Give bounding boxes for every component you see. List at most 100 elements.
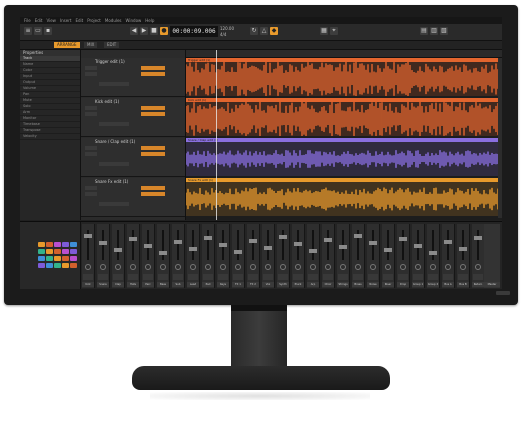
mute-solo-buttons[interactable] [293, 274, 303, 280]
pan-knob[interactable] [205, 264, 211, 270]
fader-handle[interactable] [249, 239, 257, 243]
pan-knob[interactable] [400, 264, 406, 270]
volume-slider[interactable] [99, 122, 129, 126]
monitor-button[interactable] [141, 192, 165, 196]
menu-item[interactable]: Edit [75, 18, 83, 23]
mute-button[interactable] [85, 186, 97, 190]
grid-icon[interactable]: ▦ [320, 27, 328, 35]
fader-handle[interactable] [99, 241, 107, 245]
solo-button[interactable] [85, 192, 97, 196]
record-arm-button[interactable] [141, 66, 165, 70]
mixer-channel-strip[interactable]: FX 2 [247, 224, 260, 288]
mute-solo-buttons[interactable] [128, 274, 138, 280]
fader-handle[interactable] [354, 234, 362, 238]
mute-solo-buttons[interactable] [458, 274, 468, 280]
mute-solo-buttons[interactable] [173, 274, 183, 280]
mute-solo-buttons[interactable] [398, 274, 408, 280]
menu-item[interactable]: Project [87, 18, 101, 23]
fader-handle[interactable] [339, 245, 347, 249]
mixer-view-icon[interactable]: ▥ [430, 27, 438, 35]
fader-handle[interactable] [309, 249, 317, 253]
mixer-channel-strip[interactable]: Bass [157, 224, 170, 288]
mixer-channel-strip[interactable]: Arp [307, 224, 320, 288]
fader-handle[interactable] [264, 246, 272, 250]
mixer-channel-strip[interactable]: Synth [277, 224, 290, 288]
mute-solo-buttons[interactable] [158, 274, 168, 280]
tab-mix[interactable]: MIX [84, 42, 98, 48]
menu-item[interactable]: File [24, 18, 31, 23]
drum-pad[interactable] [54, 256, 61, 261]
play-icon[interactable]: ▶ [140, 27, 148, 35]
tempo-readout[interactable]: 120.00 4/4 [220, 26, 234, 38]
loop-icon[interactable]: ↻ [250, 27, 258, 35]
drum-pad[interactable] [70, 256, 77, 261]
tab-edit[interactable]: EDIT [104, 42, 120, 48]
mute-solo-buttons[interactable] [113, 274, 123, 280]
mixer-channel-strip[interactable]: Sub [172, 224, 185, 288]
mixer-channel-strip[interactable]: Noise [367, 224, 380, 288]
fader-handle[interactable] [324, 238, 332, 242]
track-lane[interactable]: Kick edit (1) [186, 98, 502, 136]
track-lane[interactable]: Snare Fx edit (1) [186, 178, 502, 216]
drum-pad[interactable] [54, 263, 61, 268]
mute-button[interactable] [85, 146, 97, 150]
track-header[interactable]: Snare Fx edit (1) [81, 178, 185, 217]
mute-solo-buttons[interactable] [308, 274, 318, 280]
fader-handle[interactable] [204, 236, 212, 240]
edit-view-icon[interactable]: ▧ [440, 27, 448, 35]
mute-solo-buttons[interactable] [98, 274, 108, 280]
record-arm-button[interactable] [141, 106, 165, 110]
volume-slider[interactable] [99, 82, 129, 86]
mute-solo-buttons[interactable] [188, 274, 198, 280]
pan-knob[interactable] [265, 264, 271, 270]
mixer-channel-strip[interactable]: Strings [337, 224, 350, 288]
menu-item[interactable]: Insert [60, 18, 71, 23]
mixer-channel-strip[interactable]: Vox [262, 224, 275, 288]
mute-solo-buttons[interactable] [263, 274, 273, 280]
monitor-button[interactable] [141, 152, 165, 156]
track-header[interactable]: Trigger edit (1) [81, 58, 185, 97]
pan-knob[interactable] [235, 264, 241, 270]
volume-slider[interactable] [99, 162, 129, 166]
drum-pad[interactable] [38, 256, 45, 261]
pan-knob[interactable] [325, 264, 331, 270]
fader-handle[interactable] [399, 237, 407, 241]
mixer-channel-strip[interactable]: Bus A [442, 224, 455, 288]
menu-item[interactable]: Help [145, 18, 154, 23]
pan-knob[interactable] [220, 264, 226, 270]
mixer-channel-strip[interactable]: Pad [202, 224, 215, 288]
mute-solo-buttons[interactable] [218, 274, 228, 280]
mixer-channel-strip[interactable]: Pluck [292, 224, 305, 288]
mixer-channel-strip[interactable]: FX 1 [232, 224, 245, 288]
master-strip[interactable]: Master [484, 224, 500, 288]
fader-handle[interactable] [129, 237, 137, 241]
drum-pad[interactable] [46, 256, 53, 261]
mute-button[interactable] [85, 106, 97, 110]
mixer-channel-strip[interactable]: Choir [322, 224, 335, 288]
drum-pad[interactable] [46, 242, 53, 247]
fader-handle[interactable] [144, 244, 152, 248]
fader-handle[interactable] [114, 248, 122, 252]
fader-handle[interactable] [429, 251, 437, 255]
pan-knob[interactable] [340, 264, 346, 270]
drum-pad[interactable] [70, 263, 77, 268]
pan-knob[interactable] [115, 264, 121, 270]
solo-button[interactable] [85, 112, 97, 116]
mixer-channel-strip[interactable]: Keys [217, 224, 230, 288]
pan-knob[interactable] [100, 264, 106, 270]
mute-solo-buttons[interactable] [338, 274, 348, 280]
track-header[interactable]: Kick edit (1) [81, 98, 185, 137]
save-icon[interactable]: ▪ [44, 27, 52, 35]
drum-pad[interactable] [70, 242, 77, 247]
mixer-channel-strip[interactable]: Lead [187, 224, 200, 288]
mute-solo-buttons[interactable] [83, 274, 93, 280]
stop-icon[interactable]: ■ [150, 27, 158, 35]
volume-slider[interactable] [99, 202, 129, 206]
mute-solo-buttons[interactable] [473, 274, 483, 280]
pan-knob[interactable] [130, 264, 136, 270]
inspector-row[interactable]: Velocity [20, 134, 80, 140]
drum-pad[interactable] [46, 263, 53, 268]
pan-knob[interactable] [460, 264, 466, 270]
pan-knob[interactable] [385, 264, 391, 270]
fader-handle[interactable] [384, 248, 392, 252]
